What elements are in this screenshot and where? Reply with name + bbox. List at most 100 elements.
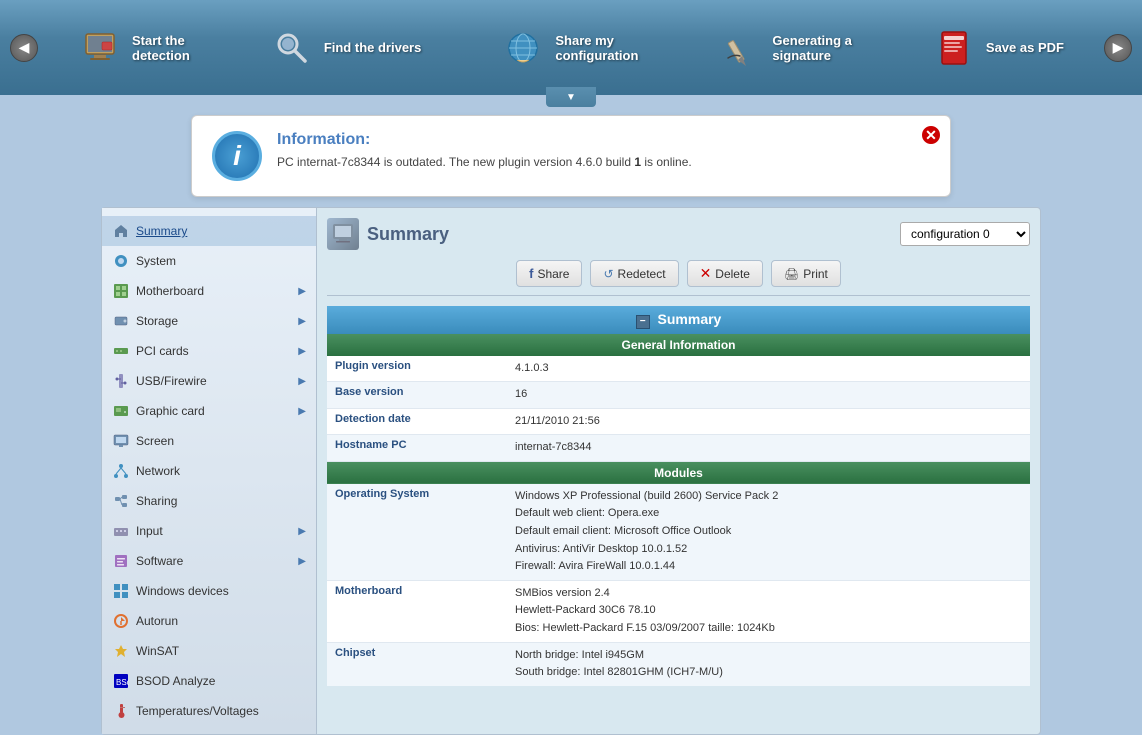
summary-section-icon <box>327 218 359 250</box>
sidebar-item-input[interactable]: Input ▶ <box>102 516 316 546</box>
find-drivers-label: Find the drivers <box>324 40 422 55</box>
nav-items-container: Start the detection Find the drivers <box>38 18 1104 78</box>
sidebar-label-network: Network <box>136 464 180 478</box>
sidebar-label-temperatures: Temperatures/Voltages <box>136 704 259 718</box>
sidebar-item-graphic-card[interactable]: Graphic card ▶ <box>102 396 316 426</box>
configuration-select[interactable]: configuration 0 <box>900 222 1030 246</box>
magnifier-icon <box>270 26 314 70</box>
sidebar-label-winsat: WinSAT <box>136 644 179 658</box>
sidebar-item-storage[interactable]: Storage ▶ <box>102 306 316 336</box>
row-value: SMBios version 2.4 Hewlett-Packard 30C6 … <box>507 580 1030 642</box>
row-value: 21/11/2010 21:56 <box>507 408 1030 435</box>
share-config-label: Share my configuration <box>555 33 638 63</box>
sidebar-item-pci-cards[interactable]: PCI cards ▶ <box>102 336 316 366</box>
nav-item-start-detection[interactable]: Start the detection <box>62 18 206 78</box>
general-info-header: General Information <box>327 334 1030 356</box>
pci-arrow-icon: ▶ <box>298 346 306 357</box>
info-banner: i Information: PC internat-7c8344 is out… <box>191 115 951 197</box>
bsod-icon: BSoD <box>112 672 130 690</box>
sidebar-label-storage: Storage <box>136 314 178 328</box>
windows-icon <box>112 582 130 600</box>
row-label: Hostname PC <box>327 435 507 462</box>
generating-signature-label: Generating a signature <box>772 33 851 63</box>
sidebar-item-motherboard[interactable]: Motherboard ▶ <box>102 276 316 306</box>
sidebar-item-software[interactable]: Software ▶ <box>102 546 316 576</box>
top-navigation-bar: ◀ Start the detection <box>0 0 1142 95</box>
house-icon <box>112 222 130 240</box>
sharing-icon <box>112 492 130 510</box>
pci-icon <box>112 342 130 360</box>
page-title: Summary <box>367 224 449 245</box>
winsat-icon <box>112 642 130 660</box>
nav-next-arrow[interactable]: ▶ <box>1104 34 1132 62</box>
sidebar-label-software: Software <box>136 554 183 568</box>
sidebar-label-system: System <box>136 254 176 268</box>
computer-icon <box>78 26 122 70</box>
info-close-button[interactable]: ✕ <box>920 124 942 146</box>
table-row: Chipset North bridge: Intel i945GM South… <box>327 642 1030 686</box>
software-arrow-icon: ▶ <box>298 556 306 567</box>
share-button[interactable]: f Share <box>516 260 582 287</box>
redetect-button[interactable]: ↺ Redetect <box>590 260 678 287</box>
storage-arrow-icon: ▶ <box>298 316 306 327</box>
sidebar-item-winsat[interactable]: WinSAT <box>102 636 316 666</box>
gpu-icon <box>112 402 130 420</box>
nav-item-save-pdf[interactable]: Save as PDF <box>916 18 1080 78</box>
redetect-icon: ↺ <box>603 267 613 281</box>
table-row: Motherboard SMBios version 2.4 Hewlett-P… <box>327 580 1030 642</box>
network-icon <box>112 462 130 480</box>
summary-table-wrapper: − Summary General Information Plugin ver… <box>327 306 1030 686</box>
temp-icon <box>112 702 130 720</box>
sidebar-item-network[interactable]: Network <box>102 456 316 486</box>
pdf-icon <box>932 26 976 70</box>
collapse-button[interactable]: − <box>636 315 650 329</box>
sidebar-label-autorun: Autorun <box>136 614 178 628</box>
sidebar-item-screen[interactable]: Screen <box>102 426 316 456</box>
dropdown-arrow[interactable] <box>546 87 596 107</box>
sidebar-item-autorun[interactable]: Autorun <box>102 606 316 636</box>
table-row: Hostname PC internat-7c8344 <box>327 435 1030 462</box>
globe-icon <box>501 26 545 70</box>
usb-icon <box>112 372 130 390</box>
sidebar-label-screen: Screen <box>136 434 174 448</box>
sidebar-label-summary: Summary <box>136 224 187 238</box>
main-content-area: Summary System Motherboard ▶ <box>101 207 1041 735</box>
sidebar-item-temperatures[interactable]: Temperatures/Voltages <box>102 696 316 726</box>
info-message: PC internat-7c8344 is outdated. The new … <box>277 153 692 171</box>
print-icon: 🖨 <box>784 267 799 281</box>
delete-icon: ✕ <box>700 265 712 282</box>
sidebar-item-sharing[interactable]: Sharing <box>102 486 316 516</box>
pen-icon <box>718 26 762 70</box>
sidebar-item-system[interactable]: System <box>102 246 316 276</box>
row-value: internat-7c8344 <box>507 435 1030 462</box>
facebook-icon: f <box>529 266 533 281</box>
nav-item-generating-signature[interactable]: Generating a signature <box>702 18 867 78</box>
summary-table: − Summary General Information Plugin ver… <box>327 306 1030 686</box>
nav-item-find-drivers[interactable]: Find the drivers <box>254 18 438 78</box>
sidebar-item-bsod[interactable]: BSoD BSOD Analyze <box>102 666 316 696</box>
action-bar: f Share ↺ Redetect ✕ Delete 🖨 Print <box>327 260 1030 296</box>
table-main-header: − Summary <box>327 306 1030 334</box>
row-label: Detection date <box>327 408 507 435</box>
nav-item-share-config[interactable]: Share my configuration <box>485 18 654 78</box>
info-content: Information: PC internat-7c8344 is outda… <box>277 131 692 171</box>
sidebar-item-usb-firewire[interactable]: USB/Firewire ▶ <box>102 366 316 396</box>
nav-prev-arrow[interactable]: ◀ <box>10 34 38 62</box>
sidebar-label-usb: USB/Firewire <box>136 374 207 388</box>
screen-icon <box>112 432 130 450</box>
table-row: Base version 16 <box>327 382 1030 409</box>
sidebar-item-windows-devices[interactable]: Windows devices <box>102 576 316 606</box>
motherboard-icon <box>112 282 130 300</box>
sidebar-label-bsod: BSOD Analyze <box>136 674 215 688</box>
row-label: Base version <box>327 382 507 409</box>
delete-button[interactable]: ✕ Delete <box>687 260 763 287</box>
right-content: Summary configuration 0 f Share ↺ Redete… <box>317 208 1040 734</box>
software-icon <box>112 552 130 570</box>
input-arrow-icon: ▶ <box>298 526 306 537</box>
sidebar-item-summary[interactable]: Summary <box>102 216 316 246</box>
print-button[interactable]: 🖨 Print <box>771 260 841 287</box>
autorun-icon <box>112 612 130 630</box>
row-label: Plugin version <box>327 356 507 382</box>
sidebar-label-sharing: Sharing <box>136 494 177 508</box>
modules-header: Modules <box>327 461 1030 484</box>
